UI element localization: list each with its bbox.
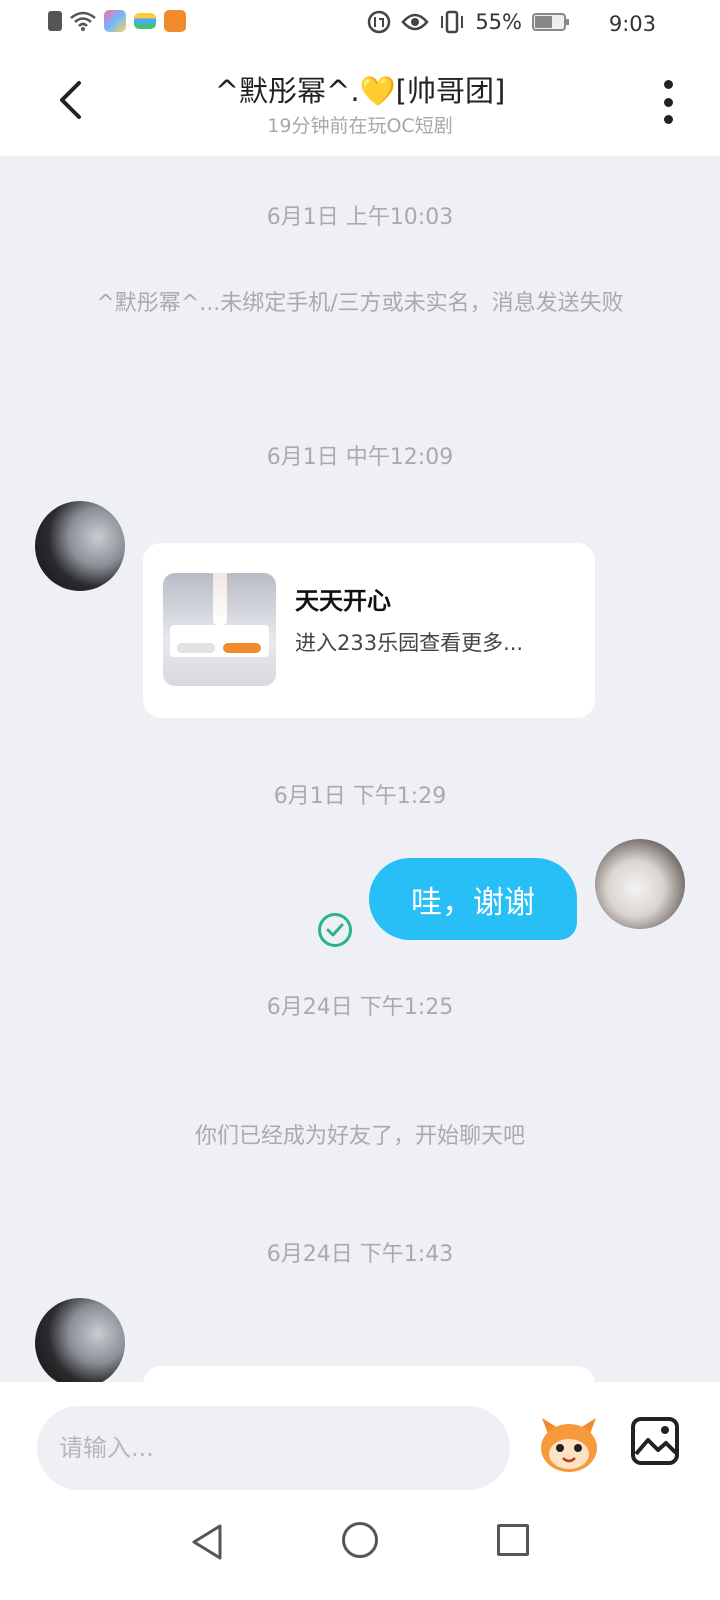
status-bar: 55% 9:03	[0, 0, 720, 50]
image-icon	[631, 1417, 679, 1465]
contact-avatar[interactable]	[35, 1298, 125, 1382]
image-button[interactable]	[630, 1416, 680, 1466]
alert-icon	[48, 11, 62, 31]
message-input[interactable]	[37, 1406, 510, 1490]
system-indicators: 55%	[367, 10, 570, 34]
card-title: 天天开心	[295, 587, 391, 615]
mascot-emoji-icon	[541, 1418, 597, 1472]
composer	[0, 1382, 720, 1492]
timestamp: 6月1日 中午12:09	[266, 445, 454, 470]
nav-back-icon[interactable]	[188, 1522, 228, 1562]
battery-icon	[532, 13, 569, 31]
eye-icon	[401, 13, 429, 31]
system-nav-bar	[0, 1492, 720, 1600]
message-list[interactable]: 6月1日 上午10:03 ^默彤幂^...未绑定手机/三方或未实名，消息发送失败…	[0, 156, 720, 1382]
more-options-button[interactable]	[658, 80, 678, 124]
wifi-icon	[70, 11, 96, 31]
timestamp: 6月24日 下午1:43	[266, 1242, 454, 1267]
timestamp: 6月24日 下午1:25	[266, 995, 454, 1020]
data-saver-icon	[368, 10, 391, 34]
wallet-icon	[134, 13, 156, 29]
app-notification-icon	[104, 10, 126, 32]
vibrate-icon	[441, 10, 464, 34]
system-message: ^默彤幂^...未绑定手机/三方或未实名，消息发送失败	[96, 291, 624, 316]
timestamp: 6月1日 上午10:03	[266, 205, 454, 230]
clock: 9:03	[608, 12, 656, 36]
sent-message-bubble[interactable]: 哇，谢谢	[369, 858, 577, 940]
notification-icons	[48, 10, 186, 32]
timestamp: 6月1日 下午1:29	[273, 784, 447, 809]
contact-status: 19分钟前在玩OC短剧	[267, 115, 453, 137]
contact-name: ^默彤幂^.💛[帅哥团]	[214, 74, 506, 108]
more-vertical-icon	[663, 80, 673, 89]
battery-percent: 55%	[475, 10, 522, 34]
nav-recents-icon[interactable]	[497, 1524, 529, 1556]
nav-home-icon[interactable]	[342, 1522, 378, 1558]
read-check-icon	[318, 913, 352, 947]
chat-header: ^默彤幂^.💛[帅哥团] 19分钟前在玩OC短剧	[0, 50, 720, 156]
partial-message[interactable]	[143, 1366, 595, 1382]
emoji-button[interactable]	[536, 1412, 602, 1478]
video-app-icon	[164, 10, 186, 32]
card-thumbnail	[163, 573, 276, 686]
my-avatar[interactable]	[595, 839, 685, 929]
system-message: 你们已经成为好友了，开始聊天吧	[194, 1124, 525, 1149]
card-description: 进入233乐园查看更多...	[295, 631, 524, 655]
contact-avatar[interactable]	[35, 501, 125, 591]
shared-card-message[interactable]: 天天开心 进入233乐园查看更多...	[143, 543, 595, 718]
